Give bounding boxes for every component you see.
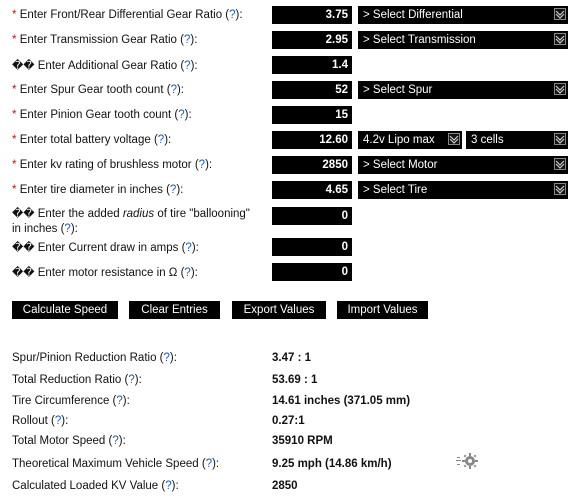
transmission-ratio-input[interactable]: 2.95 (272, 31, 352, 49)
tire-label: * Enter tire diameter in inches (?): (12, 184, 184, 196)
kv-label: * Enter kv rating of brushless motor (?)… (12, 159, 213, 171)
additional-ratio-input[interactable]: 1.4 (272, 56, 352, 74)
pinion-label: * Enter Pinion Gear tooth count (?): (12, 109, 192, 121)
differential-label: * Enter Front/Rear Differential Gear Rat… (12, 9, 243, 21)
import-values-button[interactable]: Import Values (337, 301, 428, 319)
motor-speed-value: 35910 RPM (272, 435, 333, 447)
export-values-button[interactable]: Export Values (232, 301, 326, 319)
required-marker: * (12, 184, 17, 196)
cell-count-select[interactable]: 3 cells (466, 131, 568, 149)
calculate-speed-button[interactable]: Calculate Speed (12, 301, 118, 319)
clear-entries-button[interactable]: Clear Entries (129, 301, 220, 319)
motor-select[interactable]: > Select Motor (358, 156, 568, 174)
additional-ratio-label: �� Enter Additional Gear Ratio (?): (12, 59, 198, 72)
gear-icon-graphic (456, 453, 478, 469)
differential-ratio-input[interactable]: 3.75 (272, 6, 352, 24)
required-marker: * (12, 109, 17, 121)
unknown-glyph-marker: �� (12, 266, 35, 279)
spur-pinion-ratio-value: 3.47 : 1 (272, 352, 311, 364)
tire-diameter-input[interactable]: 4.65 (272, 181, 352, 199)
resistance-label: �� Enter motor resistance in Ω (?): (12, 266, 198, 279)
current-draw-input[interactable]: 0 (272, 238, 352, 256)
unknown-glyph-marker: �� (12, 207, 35, 220)
ballooning-radius-input[interactable]: 0 (272, 207, 352, 225)
battery-voltage-input[interactable]: 12.60 (272, 131, 352, 149)
transmission-select[interactable]: > Select Transmission (358, 31, 568, 49)
tire-circumference-value: 14.61 inches (371.05 mm) (272, 395, 411, 407)
chevron-down-icon (554, 8, 566, 20)
voltage-label: * Enter total battery voltage (?): (12, 134, 172, 146)
spur-count-input[interactable]: 52 (272, 81, 352, 99)
tire-select[interactable]: > Select Tire (358, 181, 568, 199)
pinion-count-input[interactable]: 15 (272, 106, 352, 124)
current-label: �� Enter Current draw in amps (?): (12, 241, 199, 254)
result-label: Tire Circumference (?): (12, 395, 130, 407)
result-label: Total Motor Speed (?): (12, 435, 126, 447)
required-marker: * (12, 84, 17, 96)
result-label: Rollout (?): (12, 415, 69, 427)
chevron-down-icon (554, 133, 566, 145)
rollout-value: 0.27:1 (272, 415, 305, 427)
result-label: Calculated Loaded KV Value (?): (12, 480, 179, 492)
total-reduction-value: 53.69 : 1 (272, 374, 318, 386)
chevron-down-icon (554, 33, 566, 45)
result-label: Theoretical Maximum Vehicle Speed (?): (12, 458, 220, 470)
ballooning-label: �� Enter the added radius of tire "ballo… (12, 207, 250, 235)
unknown-glyph-marker: �� (12, 59, 35, 72)
required-marker: * (12, 9, 17, 21)
transmission-label: * Enter Transmission Gear Ratio (?): (12, 34, 198, 46)
required-marker: * (12, 159, 17, 171)
spur-select[interactable]: > Select Spur (358, 81, 568, 99)
chevron-down-icon (554, 158, 566, 170)
result-label: Spur/Pinion Reduction Ratio (?): (12, 352, 177, 364)
spur-label: * Enter Spur Gear tooth count (?): (12, 84, 184, 96)
battery-type-select[interactable]: 4.2v Lipo max (358, 131, 462, 149)
motor-resistance-input[interactable]: 0 (272, 263, 352, 281)
chevron-down-icon (448, 133, 460, 145)
unknown-glyph-marker: �� (12, 241, 35, 254)
differential-select[interactable]: > Select Differential (358, 6, 568, 24)
required-marker: * (12, 34, 17, 46)
chevron-down-icon (554, 83, 566, 95)
gear-icon[interactable] (455, 452, 481, 473)
chevron-down-icon (554, 183, 566, 195)
kv-rating-input[interactable]: 2850 (272, 156, 352, 174)
max-speed-value: 9.25 mph (14.86 km/h) (272, 458, 392, 470)
loaded-kv-value: 2850 (272, 480, 298, 492)
required-marker: * (12, 134, 17, 146)
result-label: Total Reduction Ratio (?): (12, 374, 142, 386)
